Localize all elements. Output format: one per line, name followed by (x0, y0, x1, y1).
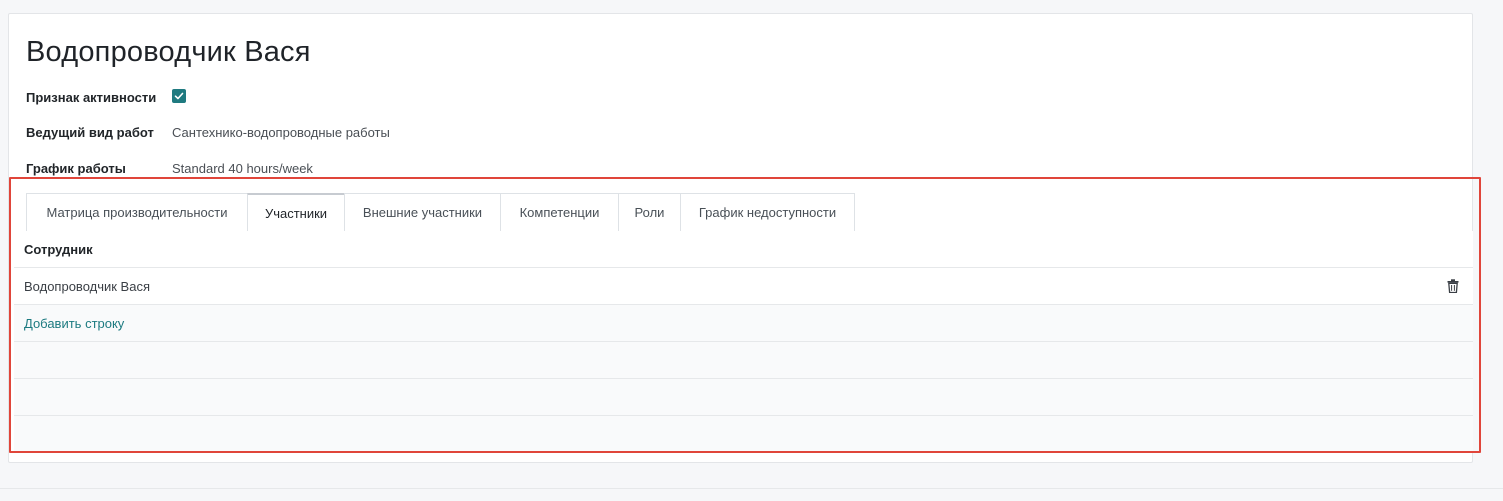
active-label: Признак активности (26, 90, 157, 105)
work-type-label: Ведущий вид работ (26, 125, 154, 140)
field-work-type: Ведущий вид работ Сантехнико-водопроводн… (26, 125, 390, 140)
divider (0, 488, 1503, 489)
schedule-label: График работы (26, 161, 126, 176)
page-title: Водопроводчик Вася (26, 36, 311, 68)
field-active: Признак активности (26, 89, 186, 105)
highlight-frame (9, 177, 1481, 453)
schedule-value[interactable]: Standard 40 hours/week (172, 161, 313, 176)
field-schedule: График работы Standard 40 hours/week (26, 161, 313, 176)
active-checkbox[interactable] (172, 89, 186, 103)
checkmark-icon (174, 92, 184, 100)
work-type-value[interactable]: Сантехнико-водопроводные работы (172, 125, 390, 140)
